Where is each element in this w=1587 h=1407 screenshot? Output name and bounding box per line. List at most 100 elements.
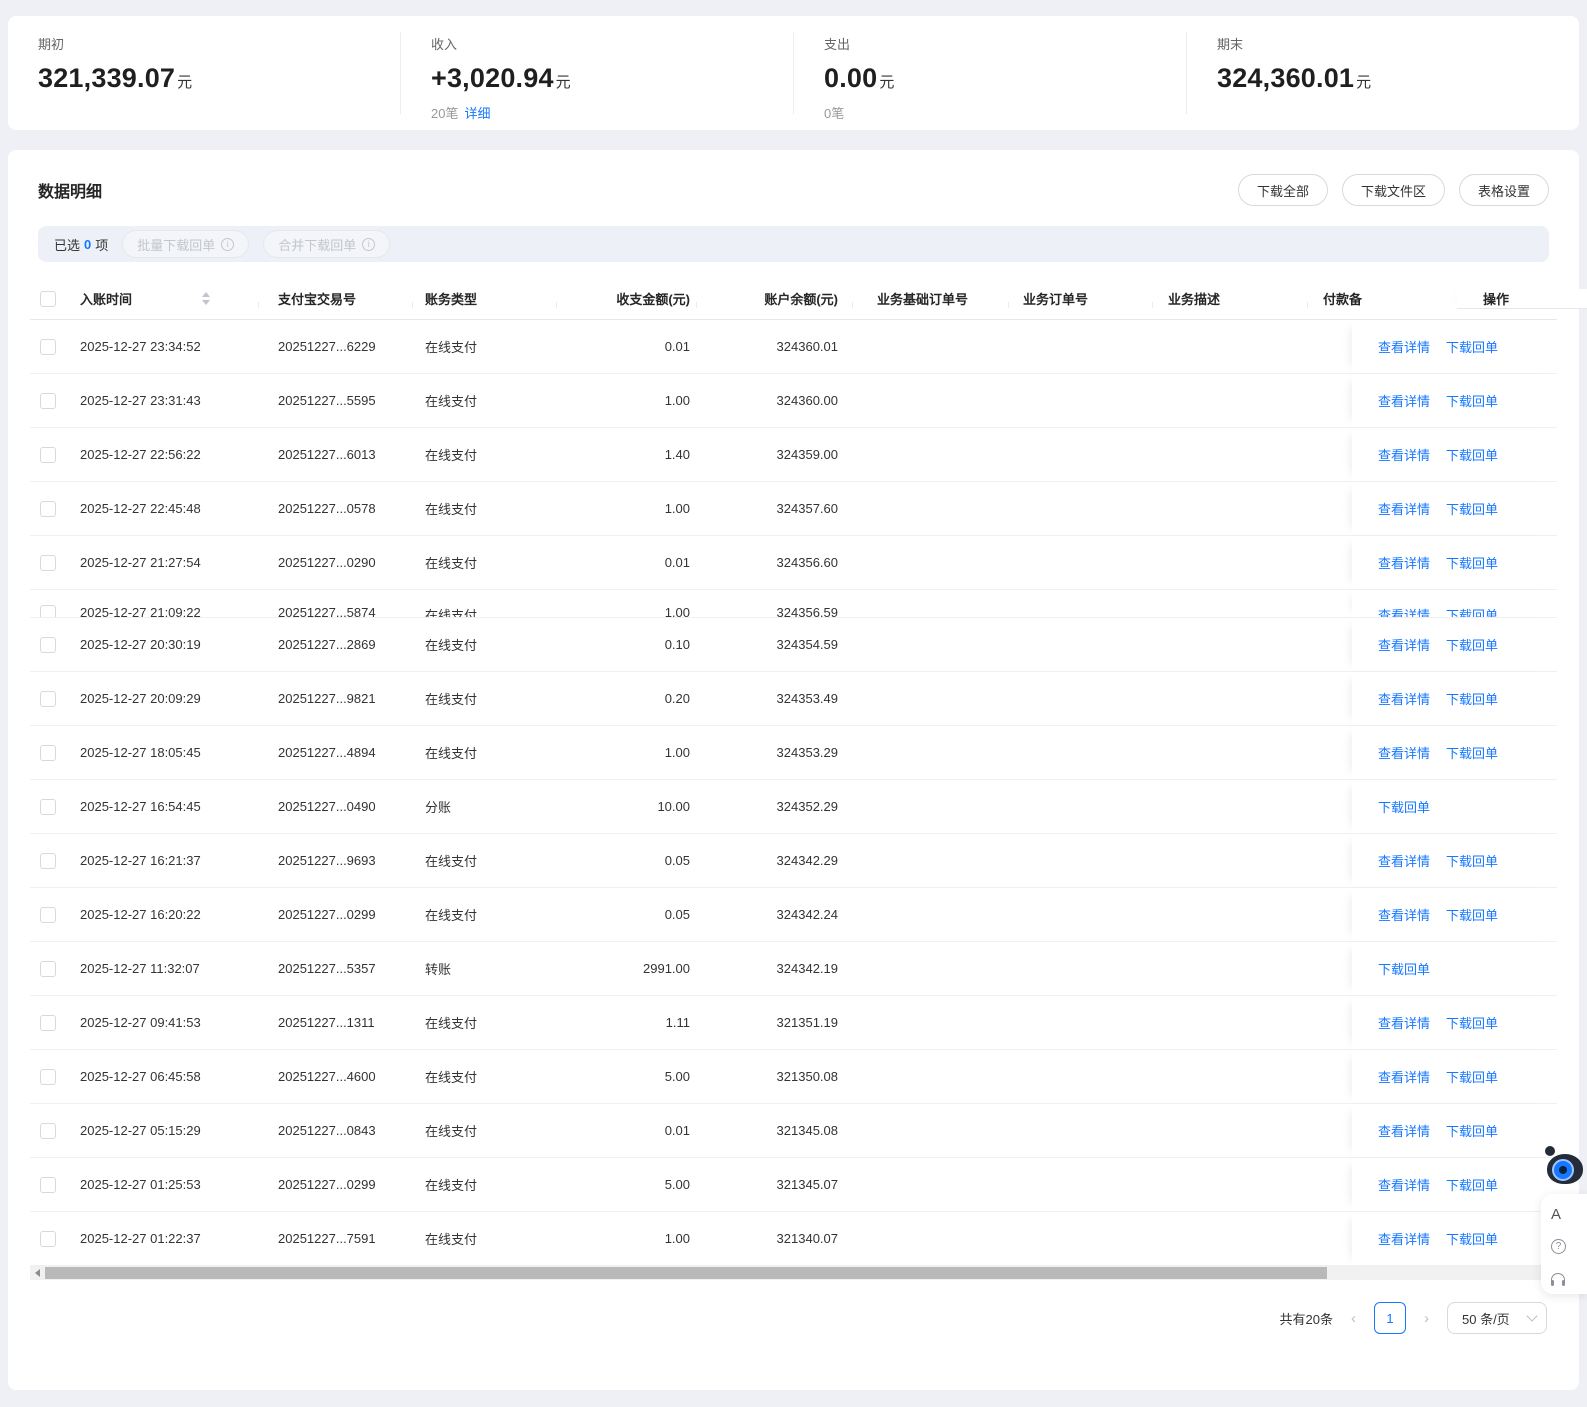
download-receipt-link[interactable]: 下载回单 — [1446, 851, 1498, 870]
cell-operations: 查看详情 下载回单 — [1352, 672, 1557, 725]
download-receipt-link[interactable]: 下载回单 — [1446, 445, 1498, 464]
row-checkbox[interactable] — [40, 605, 56, 617]
row-checkbox[interactable] — [40, 690, 56, 707]
download-receipt-link[interactable]: 下载回单 — [1446, 1121, 1498, 1140]
download-receipt-link[interactable]: 下载回单 — [1446, 553, 1498, 572]
row-checkbox[interactable] — [40, 446, 56, 463]
view-detail-link[interactable]: 查看详情 — [1378, 1229, 1430, 1248]
cell-trade-no: 20251227...1311 — [278, 1015, 375, 1030]
cell-balance: 321340.07 — [776, 1231, 838, 1246]
next-page-arrow[interactable]: › — [1424, 1310, 1429, 1327]
download-receipt-link[interactable]: 下载回单 — [1378, 797, 1430, 816]
page-size-select[interactable]: 50 条/页 — [1447, 1302, 1547, 1334]
row-checkbox[interactable] — [40, 744, 56, 761]
col-account-type: 账务类型 — [412, 289, 556, 308]
merge-download-button[interactable]: 合并下载回单 i — [263, 230, 391, 258]
headset-icon[interactable] — [1551, 1273, 1565, 1286]
table-settings-button[interactable]: 表格设置 — [1458, 174, 1549, 206]
row-checkbox[interactable] — [40, 1122, 56, 1139]
selected-prefix: 已选 — [54, 237, 81, 253]
cell-operations: 查看详情 下载回单 — [1352, 1158, 1557, 1211]
col-biz-desc: 业务描述 — [1152, 289, 1307, 308]
download-receipt-link[interactable]: 下载回单 — [1446, 391, 1498, 410]
row-checkbox[interactable] — [40, 1176, 56, 1193]
row-checkbox[interactable] — [40, 1068, 56, 1085]
cell-balance: 324359.00 — [776, 447, 838, 462]
batch-download-button[interactable]: 批量下载回单 i — [122, 230, 250, 258]
view-detail-link[interactable]: 查看详情 — [1378, 743, 1430, 762]
row-checkbox[interactable] — [40, 338, 56, 355]
table-header: 入账时间 支付宝交易号 账务类型 收支金额(元) 账户余额(元) 业务基础订单号… — [30, 278, 1587, 320]
sort-toggle[interactable] — [202, 292, 211, 305]
income-detail-link[interactable]: 详细 — [464, 106, 490, 121]
download-receipt-link[interactable]: 下载回单 — [1446, 635, 1498, 654]
summary-expense-label: 支出 — [824, 37, 851, 52]
cell-time: 2025-12-27 22:56:22 — [80, 447, 201, 462]
download-receipt-link[interactable]: 下载回单 — [1446, 1229, 1498, 1248]
row-checkbox[interactable] — [40, 852, 56, 869]
view-detail-link[interactable]: 查看详情 — [1378, 1067, 1430, 1086]
view-detail-link[interactable]: 查看详情 — [1378, 905, 1430, 924]
download-receipt-link[interactable]: 下载回单 — [1446, 743, 1498, 762]
row-checkbox[interactable] — [40, 500, 56, 517]
view-detail-link[interactable]: 查看详情 — [1378, 1013, 1430, 1032]
view-detail-link[interactable]: 查看详情 — [1378, 553, 1430, 572]
cell-balance: 321345.08 — [776, 1123, 838, 1138]
view-detail-link[interactable]: 查看详情 — [1378, 635, 1430, 654]
pagination-bar: 共有20条 ‹ 1 › 50 条/页 — [30, 1280, 1557, 1356]
table-row: 2025-12-27 16:20:22 20251227...0299 在线支付 0.… — [30, 888, 1557, 942]
download-receipt-link[interactable]: 下载回单 — [1446, 337, 1498, 356]
download-receipt-link[interactable]: 下载回单 — [1446, 689, 1498, 708]
view-detail-link[interactable]: 查看详情 — [1378, 391, 1430, 410]
row-checkbox[interactable] — [40, 960, 56, 977]
download-zone-button[interactable]: 下载文件区 — [1341, 174, 1445, 206]
view-detail-link[interactable]: 查看详情 — [1378, 445, 1430, 464]
download-receipt-link[interactable]: 下载回单 — [1446, 1175, 1498, 1194]
row-checkbox[interactable] — [40, 906, 56, 923]
download-receipt-link[interactable]: 下载回单 — [1378, 959, 1430, 978]
robot-assistant-icon[interactable] — [1543, 1146, 1587, 1188]
cell-account-type: 在线支付 — [425, 1124, 478, 1139]
table-row: 2025-12-27 09:41:53 20251227...1311 在线支付 1.… — [30, 996, 1557, 1050]
view-detail-link[interactable]: 查看详情 — [1378, 605, 1430, 617]
row-checkbox[interactable] — [40, 392, 56, 409]
assistant-a-item[interactable]: A — [1551, 1206, 1587, 1223]
table-row: 2025-12-27 06:45:58 20251227...4600 在线支付 5.… — [30, 1050, 1557, 1104]
download-receipt-link[interactable]: 下载回单 — [1446, 499, 1498, 518]
page-number[interactable]: 1 — [1374, 1302, 1406, 1334]
row-checkbox[interactable] — [40, 1230, 56, 1247]
cell-trade-no: 20251227...2869 — [278, 637, 376, 652]
selection-bar: 已选 0 项 批量下载回单 i 合并下载回单 i — [38, 226, 1549, 262]
row-checkbox[interactable] — [40, 554, 56, 571]
summary-closing-label: 期末 — [1217, 37, 1244, 52]
row-checkbox[interactable] — [40, 636, 56, 653]
row-checkbox[interactable] — [40, 1014, 56, 1031]
download-receipt-link[interactable]: 下载回单 — [1446, 1013, 1498, 1032]
scrollbar-track[interactable] — [44, 1266, 1543, 1280]
cell-operations: 查看详情 下载回单 — [1352, 320, 1557, 373]
cell-operations: 查看详情 下载回单 — [1352, 888, 1557, 941]
row-checkbox[interactable] — [40, 798, 56, 815]
cell-account-type: 在线支付 — [425, 448, 478, 463]
cell-operations: 查看详情 下载回单 — [1352, 428, 1557, 481]
view-detail-link[interactable]: 查看详情 — [1378, 851, 1430, 870]
select-all-checkbox[interactable] — [40, 290, 56, 307]
view-detail-link[interactable]: 查看详情 — [1378, 1121, 1430, 1140]
scroll-left-arrow[interactable] — [30, 1266, 44, 1280]
cell-amount: 0.01 — [664, 555, 690, 570]
cell-operations: 查看详情 下载回单 — [1352, 482, 1557, 535]
help-icon[interactable]: ? — [1551, 1239, 1566, 1254]
view-detail-link[interactable]: 查看详情 — [1378, 499, 1430, 518]
download-receipt-link[interactable]: 下载回单 — [1446, 905, 1498, 924]
chevron-down-icon — [1526, 1310, 1538, 1322]
prev-page-arrow[interactable]: ‹ — [1351, 1310, 1356, 1327]
download-receipt-link[interactable]: 下载回单 — [1446, 605, 1498, 617]
download-all-button[interactable]: 下载全部 — [1237, 174, 1328, 206]
cell-trade-no: 20251227...0490 — [278, 799, 376, 814]
view-detail-link[interactable]: 查看详情 — [1378, 337, 1430, 356]
download-receipt-link[interactable]: 下载回单 — [1446, 1067, 1498, 1086]
scrollbar-thumb[interactable] — [45, 1267, 1327, 1279]
cell-amount: 0.01 — [664, 339, 690, 354]
view-detail-link[interactable]: 查看详情 — [1378, 1175, 1430, 1194]
view-detail-link[interactable]: 查看详情 — [1378, 689, 1430, 708]
